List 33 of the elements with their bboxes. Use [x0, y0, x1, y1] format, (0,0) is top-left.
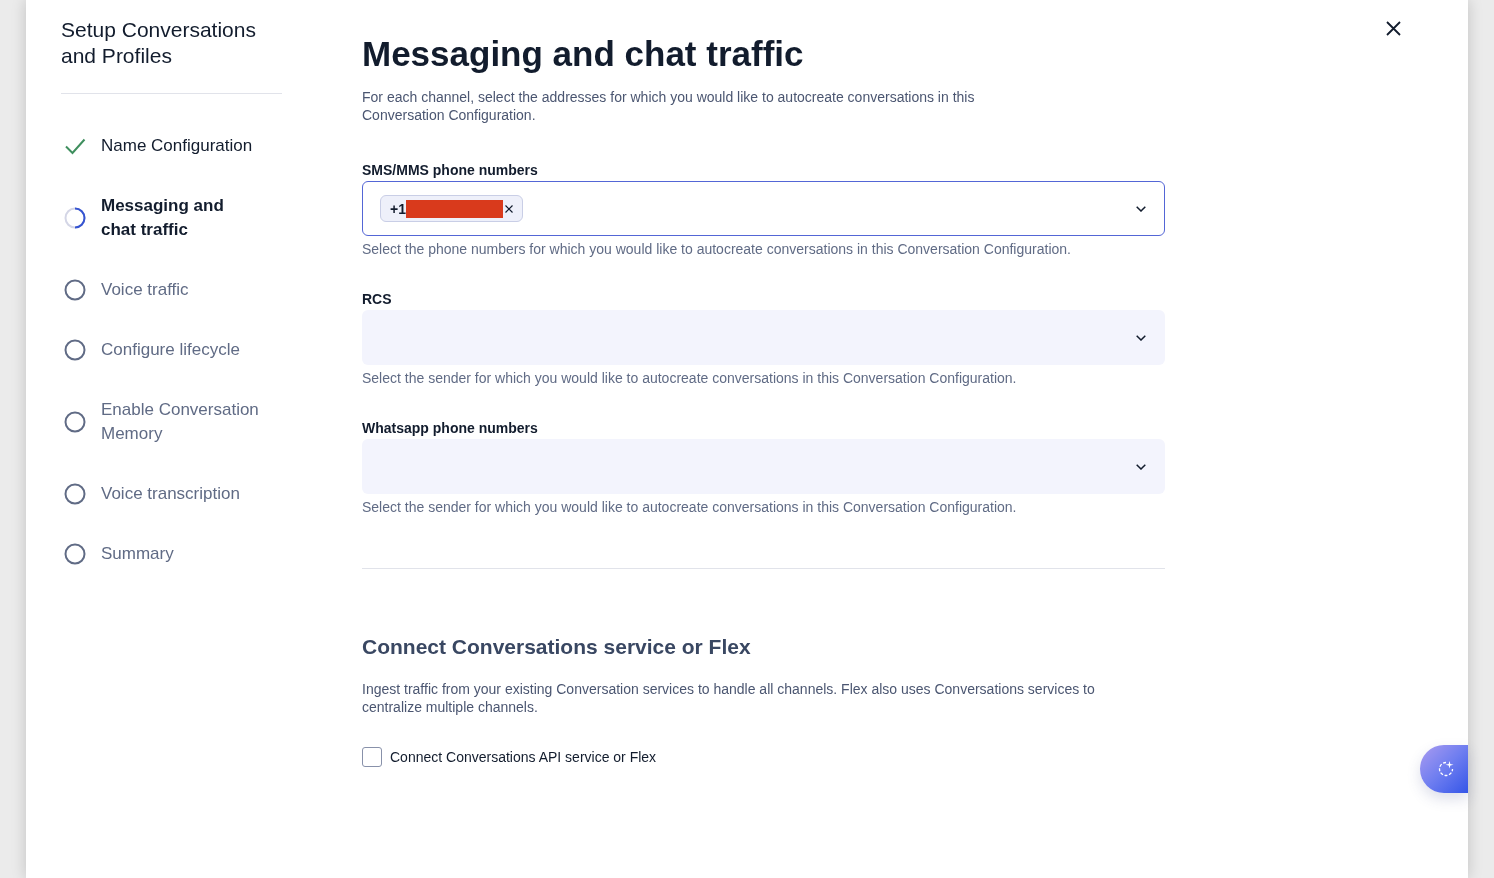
step-label: Messaging and chat traffic: [101, 195, 225, 241]
close-icon: [1386, 21, 1401, 36]
select-field[interactable]: +1: [362, 181, 1165, 236]
close-icon: [504, 204, 513, 213]
help-text: Select the phone numbers for which you would like to autocreate conversations in this Conversation Configuration.: [362, 240, 1072, 258]
sparkle-icon: [1437, 760, 1455, 778]
tag-text: +1: [390, 200, 406, 217]
close-button[interactable]: [1386, 21, 1401, 36]
floating-action-button[interactable]: [1420, 745, 1468, 793]
page-title: Messaging and chat traffic: [362, 33, 805, 75]
sidebar-title: Setup Conversations and Profiles: [61, 17, 257, 69]
section-description: Ingest traffic from your existing Conversation services to handle all channels. Flex also uses Conversations services to centralize multiple channels.: [362, 680, 1096, 716]
step-label: Configure lifecycle: [101, 339, 240, 361]
step-label: Enable Conversation Memory: [101, 399, 260, 445]
field-label: RCS: [362, 290, 393, 308]
chevron-down-icon: [1136, 205, 1146, 212]
select-field[interactable]: [362, 310, 1165, 365]
help-text: Select the sender for which you would like to autocreate conversations in this Conversation Configuration.: [362, 369, 1018, 387]
step-label: Summary: [101, 543, 174, 565]
field-label: Whatsapp phone numbers: [362, 419, 539, 437]
remove-tag-button[interactable]: [504, 204, 513, 213]
page-description: For each channel, select the addresses for which you would like to autocreate conversations in this Conversation Configuration.: [362, 88, 976, 124]
help-text: Select the sender for which you would like to autocreate conversations in this Conversation Configuration.: [362, 498, 1018, 516]
chevron-down-icon: [1136, 463, 1146, 470]
chevron-down-icon: [1136, 334, 1146, 341]
step-label: Name Configuration: [101, 135, 253, 157]
checkbox-label: Connect Conversations API service or Flex: [390, 748, 657, 766]
step-label: Voice transcription: [101, 483, 240, 505]
select-field[interactable]: [362, 439, 1165, 494]
checkbox[interactable]: [362, 747, 382, 767]
section-title: Connect Conversations service or Flex: [362, 634, 752, 660]
step-label: Voice traffic: [101, 279, 189, 301]
field-label: SMS/MMS phone numbers: [362, 161, 539, 179]
